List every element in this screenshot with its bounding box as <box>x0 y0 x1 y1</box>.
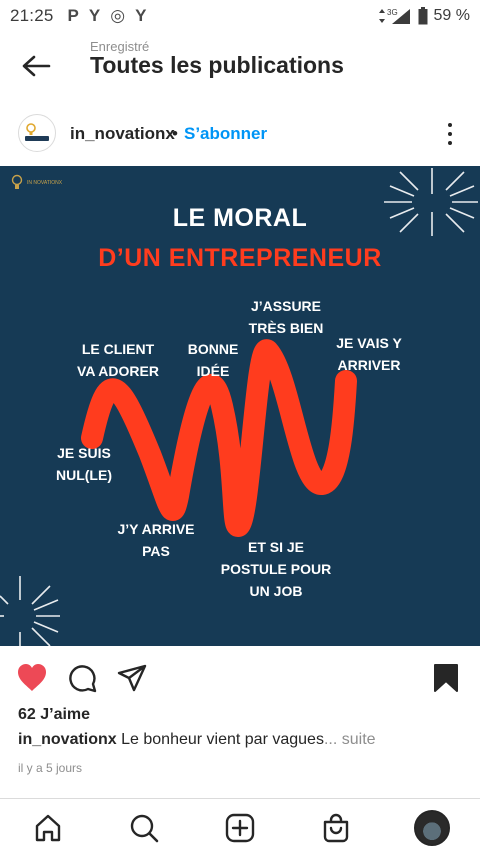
label-nul: JE SUIS NUL(LE) <box>56 445 112 483</box>
nav-search[interactable] <box>124 808 164 848</box>
more-vertical-icon-dot <box>448 131 452 136</box>
post-header: in_novationx • S’abonner <box>0 108 480 160</box>
watermark-text: IN NOVATIONX <box>27 180 63 186</box>
status-bar: 21:25 P Y ◎ Y 3G 59 % <box>0 0 480 32</box>
heart-icon <box>18 664 46 691</box>
more-vertical-icon <box>448 122 452 127</box>
signal-icon: 3G <box>378 8 410 24</box>
more-vertical-icon-dot <box>448 141 452 146</box>
label-etsi: ET SI JE POSTULE POUR UN JOB <box>220 539 332 599</box>
nav-create[interactable] <box>220 808 260 848</box>
caption-text: Le bonheur vient par vagues <box>116 731 324 748</box>
caption-more-link[interactable]: ... suite <box>324 731 376 748</box>
post-caption[interactable]: in_novationx Le bonheur vient par vagues… <box>18 731 376 749</box>
lightbulb-icon <box>11 174 23 189</box>
image-title-line1: LE MORAL <box>172 204 308 232</box>
image-watermark-logo: IN NOVATIONX <box>10 174 62 192</box>
caption-username[interactable]: in_novationx <box>18 731 117 748</box>
sunburst-decoration <box>0 576 60 646</box>
bottom-navigation <box>0 798 480 854</box>
page-title: Toutes les publications <box>90 52 344 78</box>
send-icon <box>117 664 147 692</box>
image-title-line2: D’UN ENTREPRENEUR <box>98 244 382 272</box>
shop-icon <box>323 813 349 843</box>
like-button[interactable] <box>14 660 50 696</box>
notification-icon: P <box>67 6 79 25</box>
notification-icon: Y <box>88 6 101 25</box>
follow-button[interactable]: S’abonner <box>184 124 267 144</box>
brand-logo-icon <box>25 123 49 141</box>
comment-icon <box>69 665 97 693</box>
status-right: 3G 59 % <box>378 7 470 25</box>
separator-dot: • <box>172 124 178 143</box>
nav-home[interactable] <box>28 808 68 848</box>
save-button[interactable] <box>428 660 464 696</box>
comment-button[interactable] <box>64 660 100 696</box>
network-type: 3G <box>387 8 398 17</box>
share-button[interactable] <box>114 660 150 696</box>
arrow-left-icon <box>22 55 51 77</box>
notification-icons: P Y ◎ Y <box>68 6 147 26</box>
post-username[interactable]: in_novationx <box>70 124 175 144</box>
app-bar: Enregistré Toutes les publications <box>0 32 480 98</box>
label-jevais: JE VAIS Y ARRIVER <box>336 335 402 373</box>
bookmark-icon <box>434 664 458 692</box>
post-actions <box>0 652 480 700</box>
status-time: 21:25 <box>10 6 54 25</box>
add-post-icon <box>225 813 255 843</box>
post-image[interactable]: IN NOVATIONX LE MORAL D’UN ENTREPRENEUR … <box>0 166 480 646</box>
profile-avatar <box>414 810 450 846</box>
back-button[interactable] <box>16 48 56 84</box>
more-options-button[interactable] <box>438 120 462 148</box>
label-jarrive: J’Y ARRIVE PAS <box>117 521 195 559</box>
battery-level: 59 % <box>433 7 470 24</box>
likes-count[interactable]: 62 J’aime <box>18 706 90 724</box>
post-author-avatar[interactable] <box>18 114 56 152</box>
notification-icon: Y <box>135 6 147 25</box>
battery-icon <box>418 7 428 25</box>
home-icon <box>35 814 61 842</box>
label-bonne: BONNE IDÉE <box>187 341 239 379</box>
notification-icon: ◎ <box>110 6 126 25</box>
label-client: LE CLIENT VA ADORER <box>77 341 159 379</box>
post-date: il y a 5 jours <box>18 761 83 775</box>
nav-profile[interactable] <box>412 808 452 848</box>
nav-shop[interactable] <box>316 808 356 848</box>
label-jassure: J’ASSURE TRÈS BIEN <box>248 298 324 336</box>
search-icon <box>130 814 159 843</box>
